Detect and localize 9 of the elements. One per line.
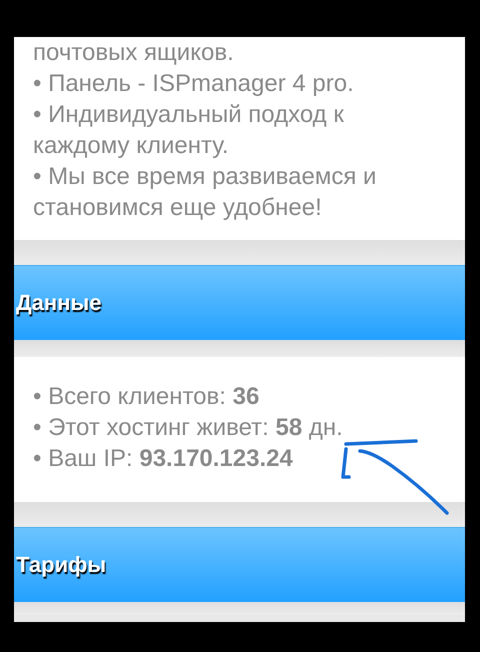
list-item: • Мы все время развиваемся и становимся еще удобнее! xyxy=(33,162,378,223)
list-item: • Индивидуальный подход к каждому клиенту. xyxy=(33,100,345,161)
section-header[interactable]: Данные xyxy=(14,265,465,340)
list-item: почтовых ящиков. xyxy=(33,38,235,68)
list-item: • Этот хостинг живет: 58 дн. xyxy=(33,413,344,443)
section-header[interactable]: Тарифы xyxy=(14,527,465,602)
list-item: • Ваш IP: 93.170.123.24 xyxy=(33,444,294,474)
list-item: • Панель - ISPmanager 4 pro. xyxy=(33,69,355,99)
list-item: • Всего клиентов: 36 xyxy=(33,382,260,412)
